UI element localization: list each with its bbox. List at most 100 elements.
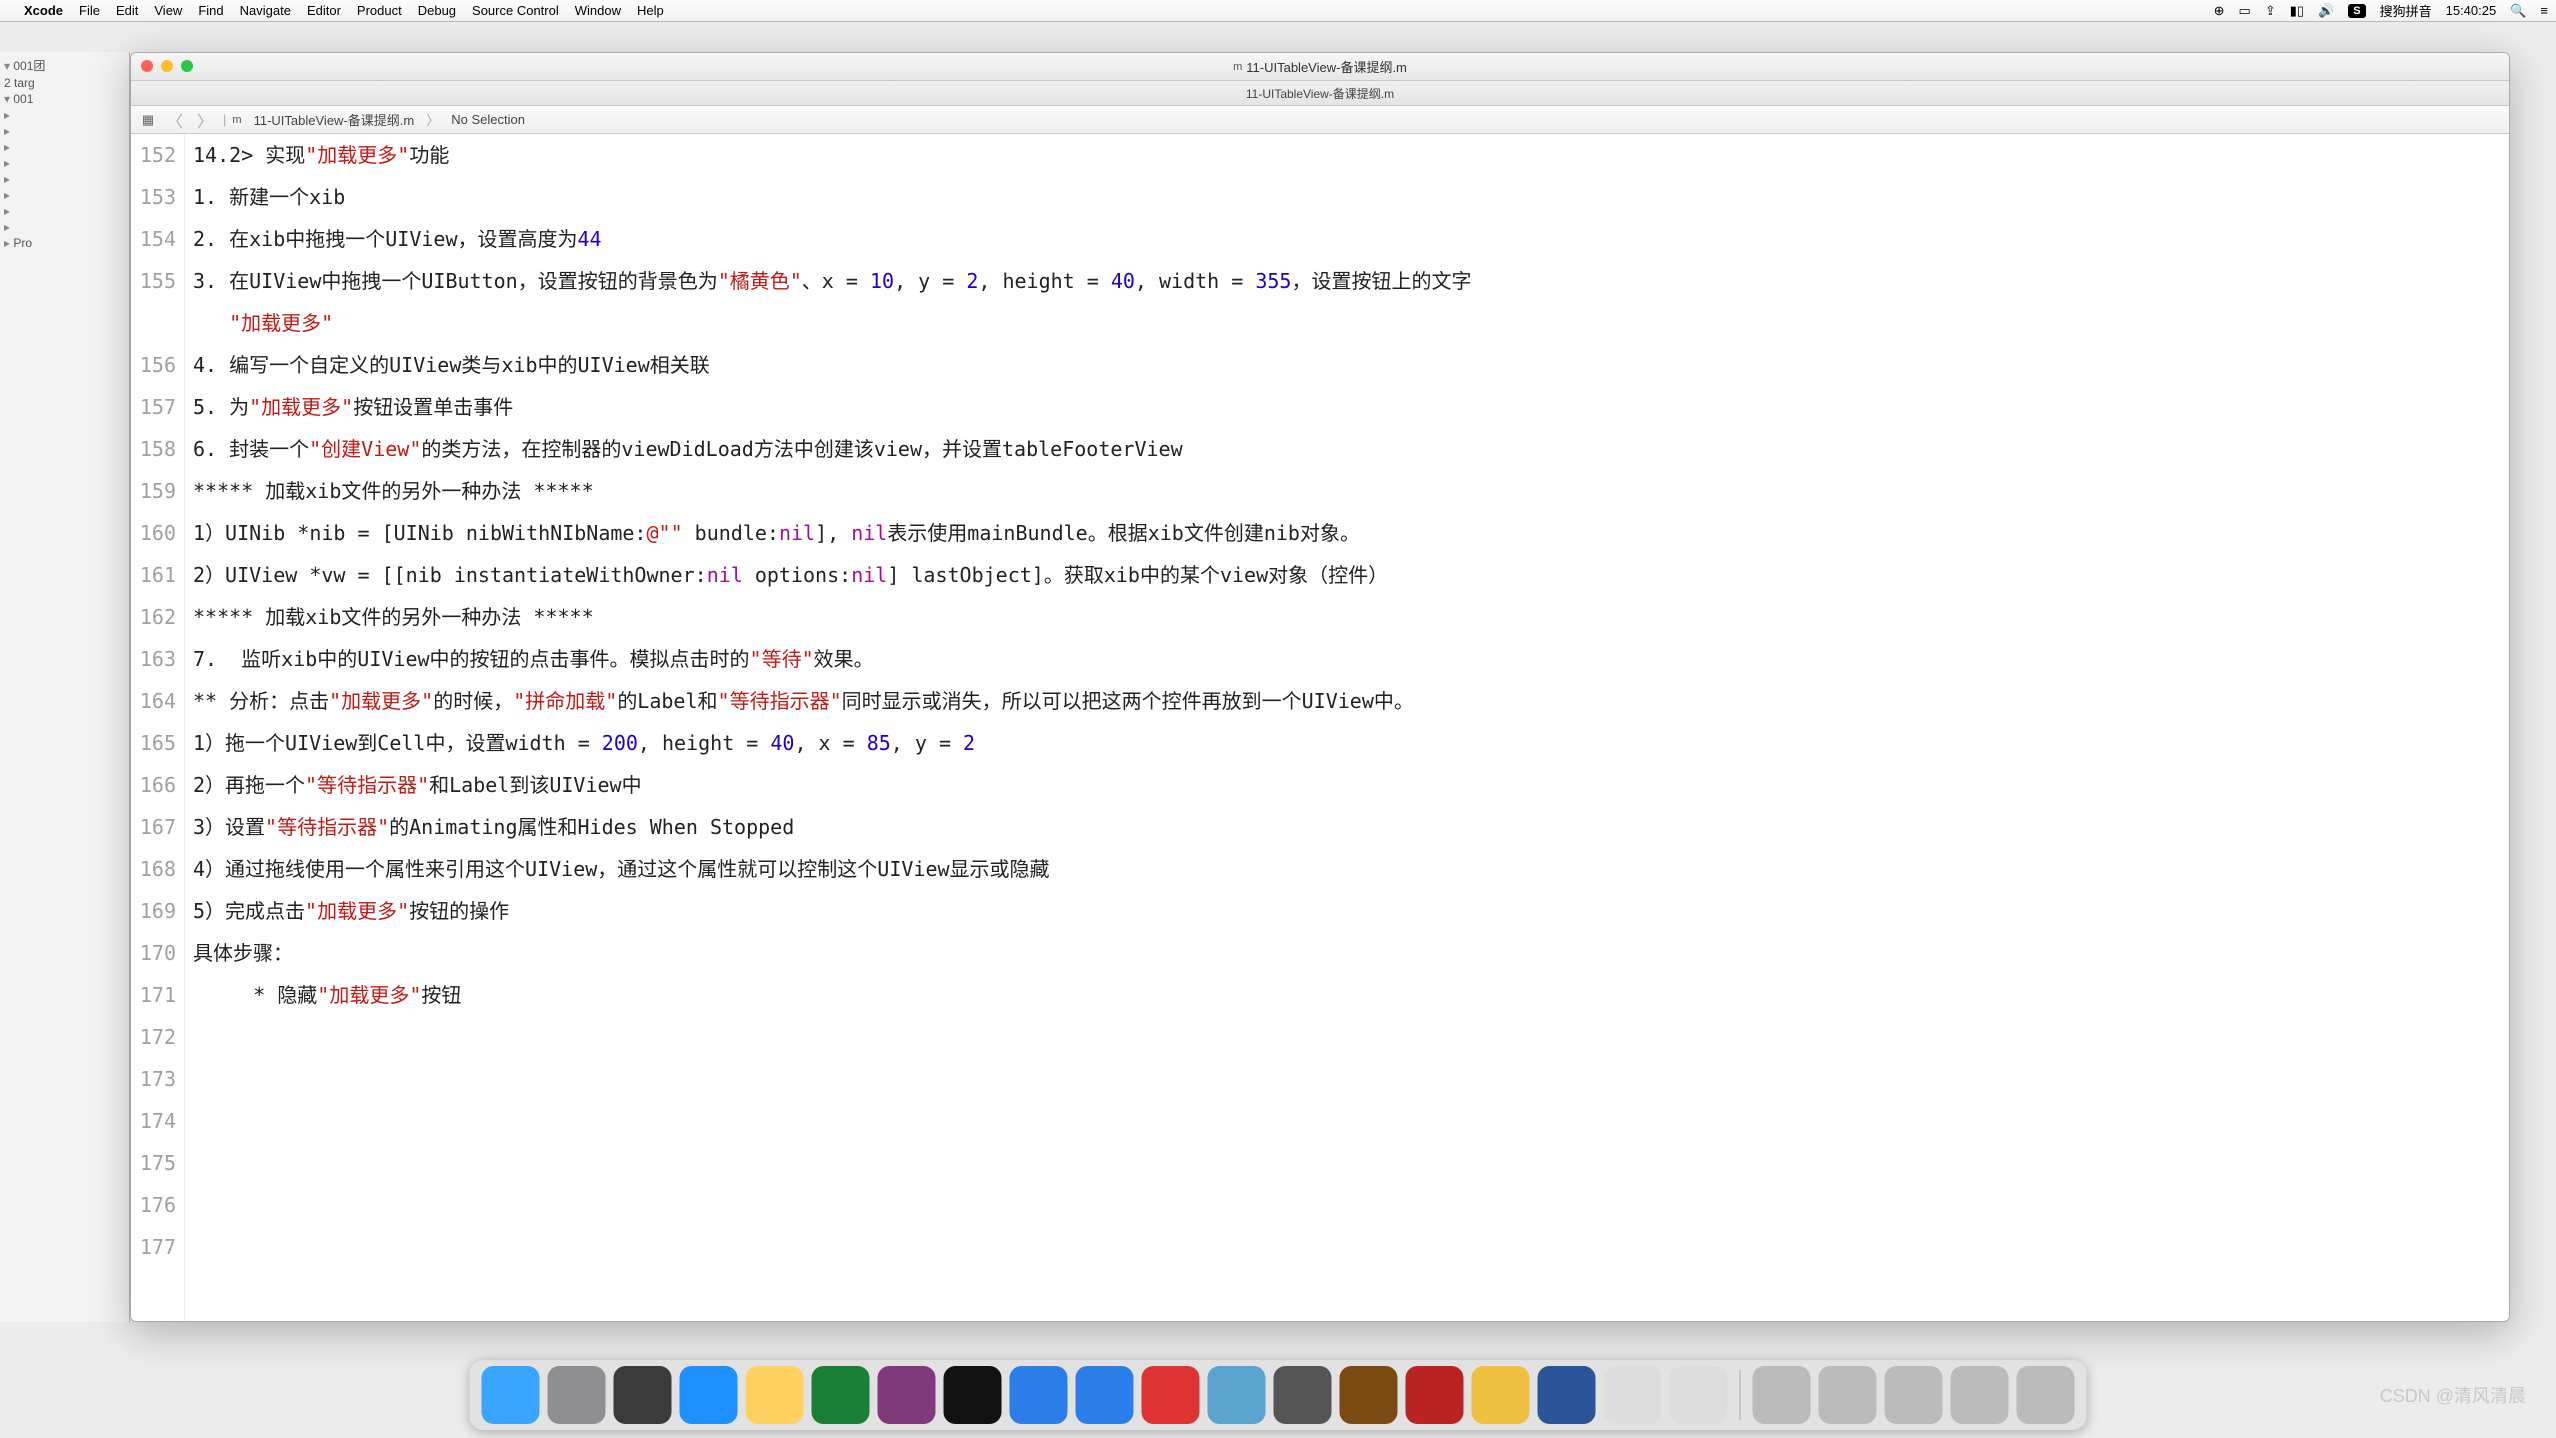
dock-app-app[interactable] <box>1472 1366 1530 1424</box>
close-icon[interactable] <box>141 60 153 72</box>
nav-forward-icon[interactable]: 〉 <box>193 108 217 132</box>
dock-app-app[interactable] <box>1604 1366 1662 1424</box>
dock-app-app[interactable] <box>1274 1366 1332 1424</box>
code-area[interactable]: 14.2> 实现"加载更多"功能1. 新建一个xib2. 在xib中拖拽一个UI… <box>185 134 2509 1321</box>
menu-file[interactable]: File <box>79 3 100 18</box>
code-line[interactable]: ***** 加载xib文件的另外一种办法 ***** <box>193 470 2509 512</box>
line-number: 160 <box>131 512 176 554</box>
editor-tabbar[interactable]: 11-UITableView-备课提纲.m <box>131 81 2509 106</box>
zoom-icon[interactable] <box>181 60 193 72</box>
code-line[interactable]: 6. 封装一个"创建View"的类方法，在控制器的viewDidLoad方法中创… <box>193 428 2509 470</box>
menu-edit[interactable]: Edit <box>116 3 138 18</box>
sidebar-item[interactable] <box>4 139 125 155</box>
code-line[interactable]: 7. 监听xib中的UIView中的按钮的点击事件。模拟点击时的"等待"效果。 <box>193 638 2509 680</box>
sidebar-item[interactable] <box>4 187 125 203</box>
spotlight-icon[interactable]: 🔍 <box>2510 3 2526 19</box>
sidebar-item[interactable] <box>4 155 125 171</box>
code-line[interactable]: 1）UINib *nib = [UINib nibWithNIbName:@""… <box>193 512 2509 554</box>
status-icon[interactable]: ⊕ <box>2214 3 2225 19</box>
code-line[interactable]: 2）再拖一个"等待指示器"和Label到该UIView中 <box>193 764 2509 806</box>
ime-name[interactable]: 搜狗拼音 <box>2380 1 2432 20</box>
line-number: 162 <box>131 596 176 638</box>
dock-app-app[interactable] <box>1753 1366 1811 1424</box>
code-line[interactable]: 3）设置"等待指示器"的Animating属性和Hides When Stopp… <box>193 806 2509 848</box>
dock-app-word[interactable] <box>1538 1366 1596 1424</box>
dock-app-excel[interactable] <box>812 1366 870 1424</box>
code-line[interactable]: 2. 在xib中拖拽一个UIView，设置高度为44 <box>193 218 2509 260</box>
ime-indicator-icon[interactable]: S <box>2348 4 2365 18</box>
dock-app-trash[interactable] <box>2017 1366 2075 1424</box>
code-line[interactable]: 5. 为"加载更多"按钮设置单击事件 <box>193 386 2509 428</box>
dock-app-safari[interactable] <box>680 1366 738 1424</box>
dock-app-app[interactable] <box>1885 1366 1943 1424</box>
dock-app-settings[interactable] <box>548 1366 606 1424</box>
code-line[interactable]: * 隐藏"加载更多"按钮 <box>193 974 2509 1016</box>
code-line[interactable]: 2）UIView *vw = [[nib instantiateWithOwne… <box>193 554 2509 596</box>
menu-product[interactable]: Product <box>357 3 402 18</box>
sidebar-item[interactable] <box>4 203 125 219</box>
menu-editor[interactable]: Editor <box>307 3 341 18</box>
code-line[interactable]: "加载更多" <box>193 302 2509 344</box>
dock-app-app[interactable] <box>1951 1366 2009 1424</box>
sidebar-item[interactable] <box>4 107 125 123</box>
code-line[interactable]: 4. 编写一个自定义的UIView类与xib中的UIView相关联 <box>193 344 2509 386</box>
menu-view[interactable]: View <box>154 3 182 18</box>
window-titlebar[interactable]: m 11-UITableView-备课提纲.m <box>131 53 2509 81</box>
code-line[interactable]: 1）拖一个UIView到Cell中，设置width = 200, height … <box>193 722 2509 764</box>
project-navigator[interactable]: 001团 2 targ 001 Pro <box>0 52 130 1322</box>
line-number: 164 <box>131 680 176 722</box>
menu-window[interactable]: Window <box>575 3 621 18</box>
code-line[interactable]: 具体步骤： <box>193 932 2509 974</box>
dock-app-onenote[interactable] <box>878 1366 936 1424</box>
dock-app-notes[interactable] <box>746 1366 804 1424</box>
dock-app-app[interactable] <box>1076 1366 1134 1424</box>
code-line[interactable]: 5）完成点击"加载更多"按钮的操作 <box>193 890 2509 932</box>
dock-app-app[interactable] <box>1819 1366 1877 1424</box>
sidebar-item[interactable]: Pro <box>4 235 125 251</box>
dock-app-pdf[interactable] <box>1142 1366 1200 1424</box>
dock-app-preview[interactable] <box>1208 1366 1266 1424</box>
code-line[interactable]: 4）通过拖线使用一个属性来引用这个UIView，通过这个属性就可以控制这个UIV… <box>193 848 2509 890</box>
line-number: 173 <box>131 1058 176 1100</box>
volume-icon[interactable]: 🔊 <box>2318 3 2334 19</box>
dock-app-app[interactable] <box>1340 1366 1398 1424</box>
dock-app-app[interactable] <box>1670 1366 1728 1424</box>
display-icon[interactable]: ▭ <box>2239 3 2251 19</box>
jump-bar[interactable]: ▦ 〈 〉 | m 11-UITableView-备课提纲.m 〉 No Sel… <box>131 106 2509 134</box>
code-line[interactable]: 3. 在UIView中拖拽一个UIButton，设置按钮的背景色为"橘黄色"、x… <box>193 260 2509 302</box>
tab-current[interactable]: 11-UITableView-备课提纲.m <box>1246 85 1394 102</box>
battery-icon[interactable]: ▮▯ <box>2290 3 2304 19</box>
menubar-clock[interactable]: 15:40:25 <box>2446 3 2497 18</box>
menu-navigate[interactable]: Navigate <box>240 3 291 18</box>
sidebar-item[interactable] <box>4 123 125 139</box>
dock-app-launchpad[interactable] <box>614 1366 672 1424</box>
sidebar-item[interactable]: 001团 <box>4 56 125 75</box>
menu-source-control[interactable]: Source Control <box>472 3 559 18</box>
code-line[interactable]: 14.2> 实现"加载更多"功能 <box>193 134 2509 176</box>
nav-back-icon[interactable]: 〈 <box>163 108 187 132</box>
dock-app-finder[interactable] <box>482 1366 540 1424</box>
jump-file[interactable]: 11-UITableView-备课提纲.m <box>248 110 421 129</box>
menu-app-name[interactable]: Xcode <box>24 3 63 18</box>
dock-app-filezilla[interactable] <box>1406 1366 1464 1424</box>
code-line[interactable]: ***** 加载xib文件的另外一种办法 ***** <box>193 596 2509 638</box>
jump-selection[interactable]: No Selection <box>445 112 531 127</box>
source-editor[interactable]: 152153154155 156157158159160161162163164… <box>131 134 2509 1321</box>
dock-app-terminal[interactable] <box>944 1366 1002 1424</box>
status-icon[interactable]: ⇪ <box>2265 3 2276 19</box>
notification-center-icon[interactable]: ≡ <box>2540 3 2548 18</box>
sidebar-item[interactable] <box>4 219 125 235</box>
line-number: 159 <box>131 470 176 512</box>
minimize-icon[interactable] <box>161 60 173 72</box>
code-line[interactable]: ** 分析：点击"加载更多"的时候，"拼命加载"的Label和"等待指示器"同时… <box>193 680 2509 722</box>
line-number: 153 <box>131 176 176 218</box>
dock-app-app[interactable] <box>1010 1366 1068 1424</box>
menu-find[interactable]: Find <box>198 3 223 18</box>
menu-debug[interactable]: Debug <box>418 3 456 18</box>
sidebar-item[interactable] <box>4 171 125 187</box>
related-items-icon[interactable]: ▦ <box>139 112 157 128</box>
sidebar-item[interactable]: 001 <box>4 91 125 107</box>
code-line[interactable]: 1. 新建一个xib <box>193 176 2509 218</box>
menu-help[interactable]: Help <box>637 3 664 18</box>
macos-dock[interactable] <box>470 1360 2087 1430</box>
